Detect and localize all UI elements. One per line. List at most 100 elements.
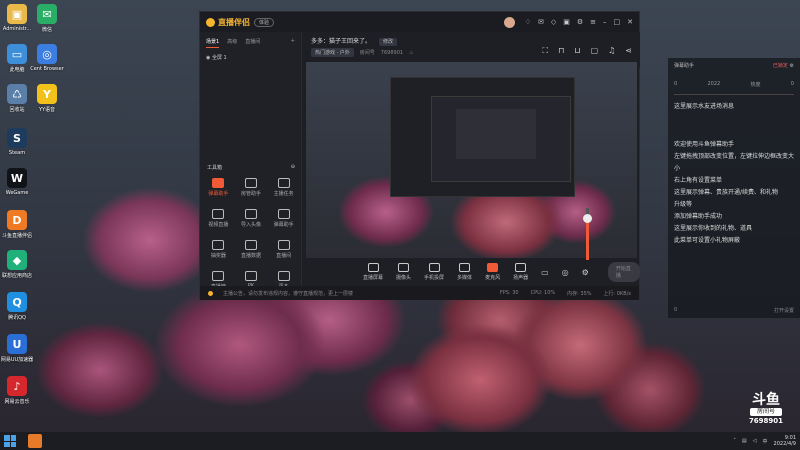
tool-item[interactable]: 导入头像 xyxy=(235,209,268,228)
network-icon[interactable]: ▤ xyxy=(742,438,747,444)
app-name: 直播伴侣 xyxy=(218,17,250,27)
desktop-icon[interactable]: ◎ Cent Browser xyxy=(29,44,65,72)
perf-stats: FPS: 30 CPU: 10% 内存: 35% 上行: 0KB/s xyxy=(500,290,631,297)
phone-icon xyxy=(428,263,440,272)
danmu-stat-2: 2022 xyxy=(707,81,721,87)
tool-item[interactable]: 主播任务 xyxy=(267,178,300,197)
edit-title-button[interactable]: 修改 xyxy=(378,38,397,46)
tool-item[interactable]: 抽奖器 xyxy=(202,240,235,259)
source-button[interactable]: 扬声器 xyxy=(513,263,528,281)
mail-icon[interactable]: ✉ xyxy=(538,18,544,26)
tool-icon xyxy=(277,178,290,188)
tool-item[interactable]: 直播数据 xyxy=(235,240,268,259)
volume-icon[interactable]: ◁ xyxy=(753,438,757,444)
desktop-icon[interactable]: ♪ 网易云音乐 xyxy=(0,376,35,405)
tool-item[interactable]: 弹幕助手 xyxy=(202,178,235,197)
tool-icon xyxy=(212,178,225,188)
tool-item[interactable]: 直播间 xyxy=(267,240,300,259)
shirt-icon[interactable]: ♢ xyxy=(525,18,531,26)
source-button[interactable]: 麦克风 xyxy=(485,263,500,281)
settings-icon[interactable]: ⚙ xyxy=(577,18,583,26)
start-live-button[interactable]: 开始直播 xyxy=(607,262,640,282)
up-arrow-icon[interactable]: ˄ xyxy=(733,438,736,444)
source-button[interactable]: 直播屏幕 xyxy=(363,263,383,281)
qq-icon: Q xyxy=(7,292,27,312)
desktop-icon[interactable]: D 斗鱼直播伴侣 xyxy=(0,210,35,239)
close-icon[interactable]: ✕ xyxy=(627,18,633,26)
desktop-icon[interactable]: ✉ 微信 xyxy=(29,4,65,33)
danmu-lock-label[interactable]: 已锁定 xyxy=(773,63,788,69)
app-titlebar[interactable]: 直播伴侣 体验 ♢ ✉ ◇ ▣ ⚙ ≡ – □ ✕ xyxy=(200,12,639,32)
fullscreen-icon[interactable]: ⛶ xyxy=(542,46,548,56)
desktop-icon[interactable]: Y YY语音 xyxy=(29,84,65,113)
stream-title: 多多：猫子王回来了。 xyxy=(311,38,372,45)
source-button-label: 扬声器 xyxy=(513,275,529,281)
left-panel: 场景1 高级 直播间 + ◉ 全屏 1 工具箱 ⊖ 弹幕助手 房管助手 主播任务 视频… xyxy=(200,32,302,290)
user-avatar[interactable] xyxy=(503,16,515,28)
tool-label: 直播数据 xyxy=(240,253,261,259)
chat-icon[interactable]: ▢ xyxy=(591,46,599,56)
douyu-watermark: 斗鱼 房间号 7698901 xyxy=(744,393,788,425)
source-button[interactable]: 摄像头 xyxy=(396,263,411,281)
gift-icon[interactable]: ▣ xyxy=(563,18,570,26)
tool-icon xyxy=(244,178,257,188)
screen-icon xyxy=(367,263,379,272)
version-badge[interactable]: 体验 xyxy=(254,17,275,27)
wechat-icon: ✉ xyxy=(37,4,57,24)
desktop-icon[interactable]: S Steam xyxy=(0,128,35,156)
lock-icon[interactable]: ⊓ xyxy=(558,46,564,56)
netease-music-icon: ♪ xyxy=(7,376,27,396)
scene-item[interactable]: ◉ 全屏 1 xyxy=(200,52,301,63)
category-pill[interactable]: 热门游戏 · 户外 xyxy=(311,48,354,57)
toolbox-header: 工具箱 ⊖ xyxy=(207,164,295,171)
desktop-icon-label: 微信 xyxy=(41,27,52,33)
user-folder-icon: ▣ xyxy=(7,4,27,24)
desktop-icon[interactable]: W WeGame xyxy=(0,168,35,196)
tab-room[interactable]: 直播间 xyxy=(245,38,260,48)
video-icon[interactable]: ▭ xyxy=(541,268,549,277)
add-scene-icon[interactable]: + xyxy=(291,38,295,48)
steam-icon: S xyxy=(7,128,27,148)
desktop-icon[interactable]: ◆ 联想应用商店 xyxy=(0,250,35,279)
source-button[interactable]: 多媒体 xyxy=(457,263,472,281)
unlock-icon[interactable]: ⊔ xyxy=(574,46,580,56)
uu-accelerator-icon: U xyxy=(7,334,27,354)
mic-icon xyxy=(487,263,499,272)
tab-scene[interactable]: 场景1 xyxy=(206,38,220,48)
notice-icon xyxy=(208,290,213,296)
tool-item[interactable]: 弹幕助手 xyxy=(267,209,300,228)
share-icon[interactable]: ⋖ xyxy=(625,46,632,56)
desktop-icon[interactable]: U 网易UU加速器 xyxy=(0,334,35,363)
stream-settings-icon[interactable]: ⚙ xyxy=(582,268,589,277)
minimize-icon[interactable]: – xyxy=(603,18,607,26)
volume-slider[interactable] xyxy=(583,208,592,260)
tab-advanced[interactable]: 高级 xyxy=(227,38,237,48)
skin-icon[interactable]: ◇ xyxy=(551,18,556,26)
bell-icon[interactable]: ♫ xyxy=(608,46,615,56)
danmu-settings-icon[interactable]: ⚙ xyxy=(790,63,794,69)
tool-item[interactable]: 房管助手 xyxy=(235,178,268,197)
app-logo: 直播伴侣 xyxy=(206,17,250,28)
source-button[interactable]: 手机投屏 xyxy=(424,263,444,281)
eye-icon[interactable]: ◉ xyxy=(206,55,210,61)
tool-icon xyxy=(277,209,290,219)
maximize-icon[interactable]: □ xyxy=(614,18,621,26)
danmu-assistant-panel[interactable]: 弹幕助手 已锁定 ⚙ 0 2022 热度 0 这里展示水友进场消息 欢迎使用斗鱼弹… xyxy=(668,58,800,318)
streaming-app-window[interactable]: 直播伴侣 体验 ♢ ✉ ◇ ▣ ⚙ ≡ – □ ✕ 场景1 高级 直播间 + ◉… xyxy=(199,11,640,300)
tool-item[interactable]: 视频直播 xyxy=(202,209,235,228)
eye-toggle-icon[interactable]: ◎ xyxy=(562,268,569,277)
tool-icon xyxy=(244,240,257,250)
desktop-icon-label: 腾讯QQ xyxy=(8,315,26,321)
menu-icon[interactable]: ≡ xyxy=(590,18,596,26)
preview-recursive-window xyxy=(390,77,575,197)
clock[interactable]: 9:01 2022/4/9 xyxy=(774,435,796,447)
windows-start-icon[interactable] xyxy=(4,435,16,447)
toolbox-collapse-icon[interactable]: ⊖ xyxy=(291,164,295,171)
desktop-icon[interactable]: Q 腾讯QQ xyxy=(0,292,35,321)
danmu-title: 弹幕助手 xyxy=(674,63,695,69)
ime-icon[interactable]: 中 xyxy=(763,438,768,445)
danmu-footer-right[interactable]: 打开设置 xyxy=(774,307,794,314)
danmu-header[interactable]: 弹幕助手 已锁定 ⚙ xyxy=(668,58,800,73)
taskbar-app-douyu-icon[interactable] xyxy=(28,434,42,448)
room-label: 房间号 xyxy=(359,50,375,56)
